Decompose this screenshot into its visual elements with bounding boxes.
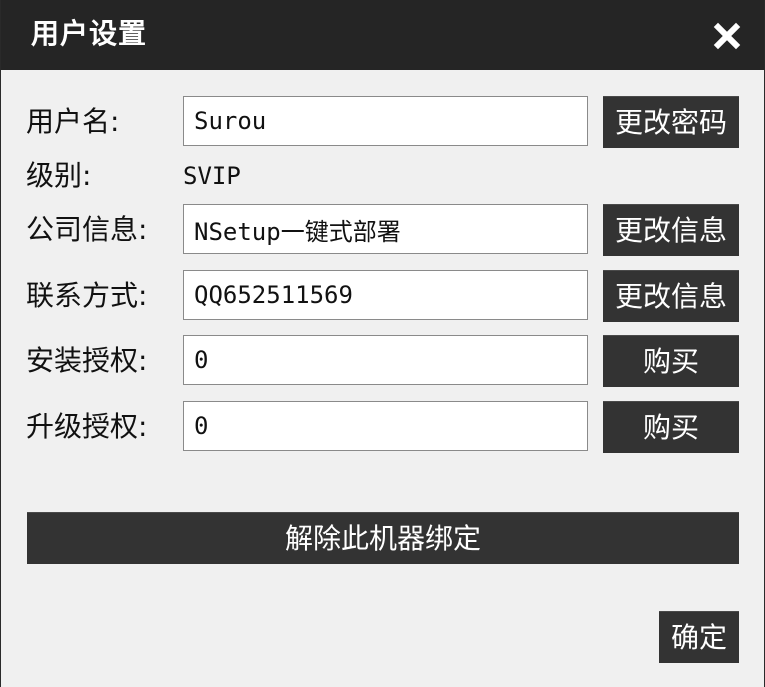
dialog-title: 用户设置 (31, 17, 148, 50)
level-label: 级别: (26, 159, 92, 192)
change-contact-info-button[interactable]: 更改信息 (603, 270, 739, 322)
title-bar[interactable]: 用户设置 (1, 0, 764, 70)
install-license-field[interactable] (183, 335, 588, 385)
close-button[interactable] (709, 18, 745, 54)
company-label: 公司信息: (26, 213, 148, 246)
buy-upgrade-license-button[interactable]: 购买 (603, 401, 739, 453)
change-password-button[interactable]: 更改密码 (603, 96, 739, 148)
upgrade-license-label: 升级授权: (26, 410, 148, 443)
level-value: SVIP (183, 162, 241, 190)
upgrade-license-field[interactable] (183, 401, 588, 451)
change-company-info-button[interactable]: 更改信息 (603, 204, 739, 256)
buy-install-license-button[interactable]: 购买 (603, 335, 739, 387)
user-settings-dialog: 用户设置 用户名: 更改密码 级别: SVIP 公司信息: 更改信息 联系方式:… (0, 0, 765, 687)
close-icon (713, 22, 741, 50)
username-label: 用户名: (26, 105, 120, 138)
company-field[interactable] (183, 204, 588, 254)
install-license-label: 安装授权: (26, 344, 148, 377)
unbind-machine-button[interactable]: 解除此机器绑定 (27, 512, 739, 564)
contact-label: 联系方式: (26, 279, 148, 312)
ok-button[interactable]: 确定 (659, 611, 739, 663)
username-field[interactable] (183, 96, 588, 146)
contact-field[interactable] (183, 270, 588, 320)
